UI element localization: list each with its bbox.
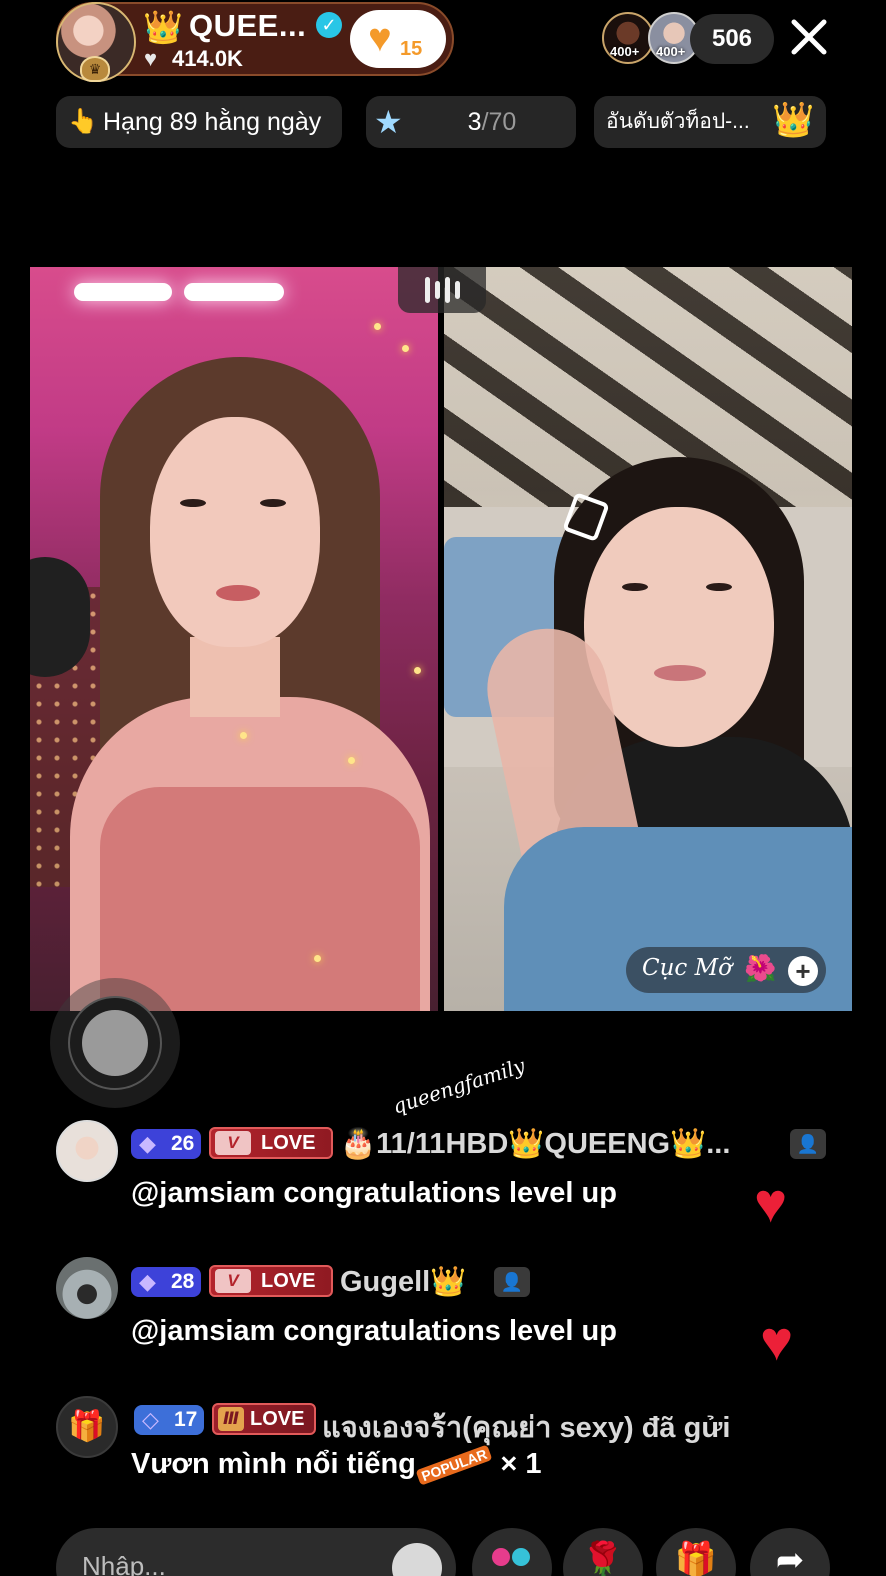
guest-name: Cục Mỡ <box>642 955 733 981</box>
follow-guest-plus-icon[interactable]: + <box>788 956 818 986</box>
level-badge: ◆ 26 <box>131 1129 201 1159</box>
likes-heart-icon: ♥ <box>144 46 158 71</box>
diamond-icon: ◇ <box>142 1407 159 1432</box>
chat-message: @jamsiam congratulations level up <box>131 1315 617 1347</box>
guest-mouth <box>654 665 706 681</box>
ceiling-light <box>184 283 284 301</box>
guest-video-pane[interactable] <box>444 267 852 1011</box>
follow-button[interactable] <box>350 10 446 68</box>
chat-username[interactable]: Gugell👑 <box>340 1265 466 1299</box>
heart-icon[interactable]: ♥ <box>760 1313 793 1369</box>
gift-icon: 🎁 <box>56 1396 118 1458</box>
chat-avatar[interactable] <box>56 1257 118 1319</box>
diamond-icon: ◆ <box>139 1269 156 1294</box>
daily-rank-label: Hạng 89 hằng ngày <box>103 108 322 136</box>
host-dress <box>100 787 420 1011</box>
chat-username[interactable]: 🎂11/11HBD👑QUEENG👑... <box>340 1127 780 1161</box>
profile-icon[interactable]: 👤 <box>494 1267 530 1297</box>
chat-message: @jamsiam congratulations level up <box>131 1177 617 1209</box>
fan-heart-icon: ♥ <box>368 16 392 60</box>
host-likes-count: 414.0K <box>172 46 243 71</box>
popular-gift-icon: POPULAR <box>415 1444 493 1486</box>
level-badge: ◇ 17 <box>134 1405 204 1435</box>
daily-rank-pill[interactable]: 👆 Hạng 89 hằng ngày <box>56 96 342 148</box>
assistive-touch-knob <box>82 1010 148 1076</box>
v-icon: V <box>215 1131 251 1155</box>
host-mouth <box>216 585 260 601</box>
love-badge: V LOVE <box>209 1265 333 1297</box>
host-name[interactable]: QUEE... <box>189 8 306 44</box>
sparkle <box>314 955 321 962</box>
guest-eye <box>622 583 648 591</box>
level-badge: ◆ 28 <box>131 1267 201 1297</box>
chat-avatar[interactable] <box>56 1120 118 1182</box>
ceiling-light <box>74 283 172 301</box>
v-icon: V <box>215 1269 251 1293</box>
host-face <box>150 417 320 647</box>
host-eye <box>180 499 206 507</box>
sparkle <box>414 667 421 674</box>
gift-button-icon[interactable]: 🎁 <box>656 1528 736 1576</box>
goal-progress-label: 3/70 <box>467 108 517 136</box>
heart-icon[interactable]: ♥ <box>754 1175 787 1231</box>
share-icon[interactable]: ➦ <box>750 1528 830 1576</box>
hibiscus-icon: 🌺 <box>744 953 777 983</box>
rose-icon[interactable]: 🌹 <box>563 1528 643 1576</box>
top-viewer-badge: 400+ <box>610 44 640 59</box>
comment-input[interactable] <box>82 1546 382 1576</box>
sparkle <box>348 757 355 764</box>
close-icon[interactable] <box>788 16 830 58</box>
sparkle <box>374 323 381 330</box>
shield-icon: Ⅲ <box>218 1407 244 1431</box>
goal-progress-pill[interactable]: ★ 3/70 <box>366 96 576 148</box>
hand-icon: 👆 <box>68 108 98 135</box>
crown-icon: 👑 <box>772 101 815 139</box>
host-eye <box>260 499 286 507</box>
verified-icon: ✓ <box>316 12 342 38</box>
host-rank-badge-icon: ♛ <box>80 56 110 82</box>
watermark: queengfamily <box>389 1053 528 1119</box>
fan-level-count: 15 <box>400 38 423 60</box>
split-divider-handle[interactable] <box>398 267 486 313</box>
love-badge: Ⅲ LOVE <box>212 1403 316 1435</box>
top-ranking-label: อันดับตัวท็อป-... <box>606 110 750 133</box>
apps-dots-icon <box>492 1548 532 1571</box>
profile-icon[interactable]: 👤 <box>790 1129 826 1159</box>
top-viewer-badge: 400+ <box>656 44 686 59</box>
crown-icon: 👑 <box>143 9 183 45</box>
viewer-count[interactable]: 506 <box>690 14 774 64</box>
gift-message: Vươn mình nổi tiếng POPULAR × 1 <box>131 1444 542 1486</box>
host-video-pane[interactable] <box>30 267 438 1011</box>
chat-username[interactable]: แจงเองจร้า(คุณย่า sexy) đã gửi <box>322 1404 730 1450</box>
love-badge: V LOVE <box>209 1127 333 1159</box>
host-neck <box>190 637 280 717</box>
guest-eye <box>706 583 732 591</box>
diamond-icon: ◆ <box>139 1131 156 1156</box>
sparkle <box>402 345 409 352</box>
microphone <box>30 557 90 677</box>
sparkle <box>240 732 247 739</box>
